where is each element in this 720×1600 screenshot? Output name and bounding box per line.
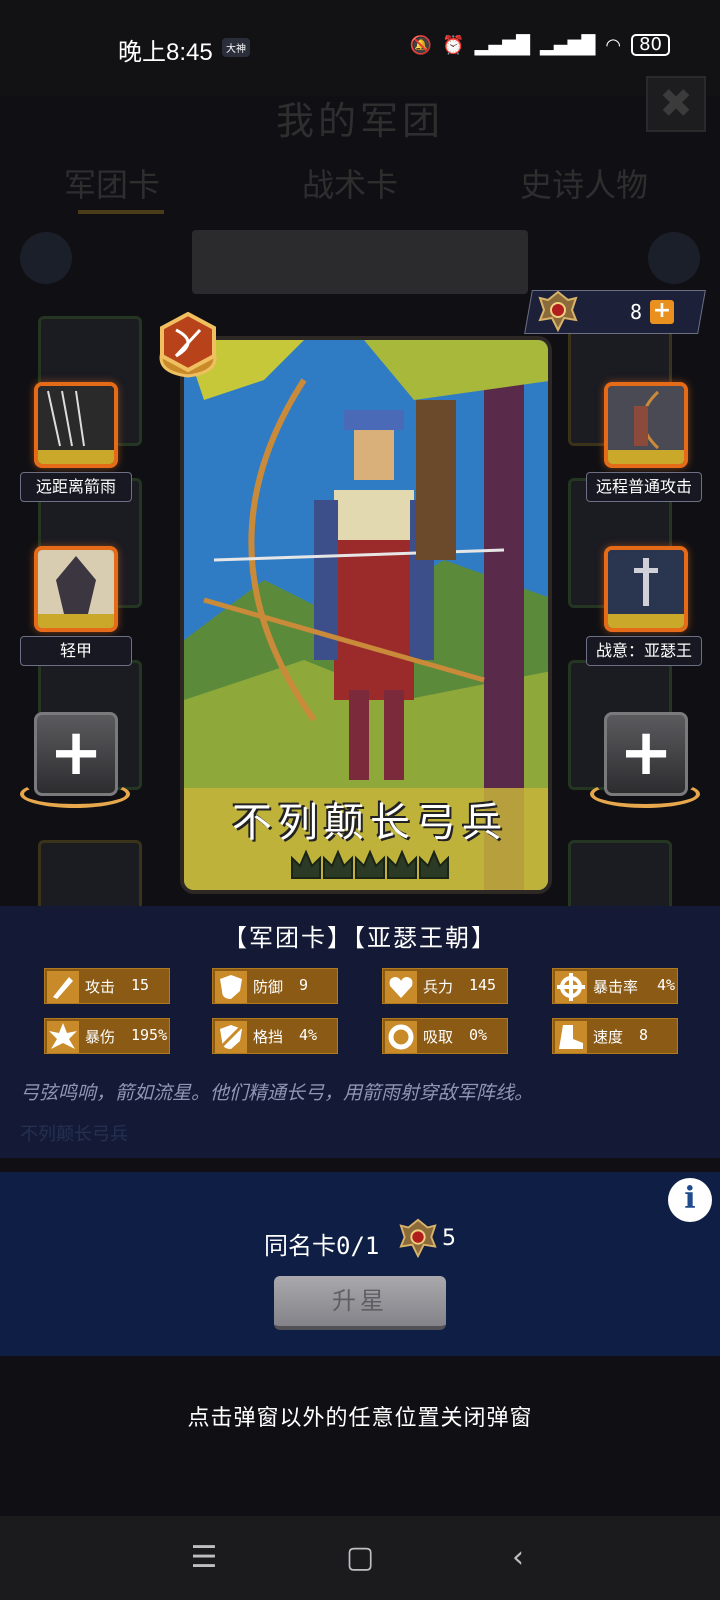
search-field[interactable]	[192, 230, 528, 294]
stat-value: 9	[299, 976, 309, 994]
back-icon[interactable]: ‹	[498, 1538, 538, 1578]
tab-tactic-cards[interactable]: 战术卡	[302, 160, 398, 206]
skill-label: 远程普通攻击	[586, 472, 702, 502]
mute-icon: 🔕	[409, 34, 433, 56]
eagle-emblem-icon	[538, 290, 578, 332]
upgrade-star-button[interactable]: 升星	[274, 1276, 446, 1330]
skill-slot-left-2[interactable]	[34, 546, 118, 632]
stat-defense: 防御 9	[212, 968, 338, 1004]
skill-slot-left-1[interactable]	[34, 382, 118, 468]
tab-epic-characters[interactable]: 史诗人物	[520, 160, 648, 206]
light-armor-icon	[38, 550, 114, 628]
app-badge: 大神	[222, 38, 250, 57]
active-tab-underline	[78, 210, 164, 214]
card-name: 不列颠长弓兵	[232, 800, 508, 846]
stat-value: 195%	[131, 1026, 168, 1044]
drain-icon	[385, 1021, 417, 1053]
filter-icon[interactable]	[648, 232, 700, 284]
stat-name: 格挡	[253, 1028, 284, 1046]
add-skill-button-right[interactable]: +	[604, 712, 688, 796]
stat-name: 兵力	[423, 978, 454, 996]
wifi-icon: ◠	[605, 34, 622, 56]
stat-crit-damage: 暴伤 195%	[44, 1018, 170, 1054]
stat-value: 15	[131, 976, 150, 994]
legion-card: 不列颠长弓兵	[180, 336, 552, 894]
shield-icon	[215, 971, 247, 1003]
stat-value: 0%	[469, 1026, 488, 1044]
add-currency-button[interactable]: +	[650, 300, 674, 324]
arrow-rain-icon	[38, 386, 114, 464]
sword-in-stone-icon	[608, 550, 684, 628]
crosshair-icon	[555, 971, 587, 1003]
stat-crit-rate: 暴击率 4%	[552, 968, 678, 1004]
stat-speed: 速度 8	[552, 1018, 678, 1054]
stat-value: 4%	[657, 976, 676, 994]
stat-value: 8	[639, 1026, 649, 1044]
add-skill-button-left[interactable]: +	[34, 712, 118, 796]
info-icon[interactable]: i	[668, 1178, 712, 1222]
stat-value: 4%	[299, 1026, 318, 1044]
heart-icon	[385, 971, 417, 1003]
archer-class-badge-icon	[159, 312, 217, 378]
close-button[interactable]: ✖	[646, 76, 706, 132]
close-hint-text: 点击弹窗以外的任意位置关闭弹窗	[187, 1406, 533, 1431]
status-time: 晚上8:45	[118, 39, 213, 66]
stat-troops: 兵力 145	[382, 968, 508, 1004]
duplicate-card-count: 同名卡0/1	[264, 1232, 380, 1260]
list-icon[interactable]	[20, 232, 72, 284]
page-title: 我的军团	[275, 99, 444, 143]
stat-name: 暴击率	[593, 978, 639, 996]
block-icon	[215, 1021, 247, 1053]
skill-label: 远距离箭雨	[20, 472, 132, 502]
card-subtitle: 不列颠长弓兵	[20, 1124, 128, 1145]
signal-icon-2: ▂▄▆█	[540, 34, 596, 56]
skill-label: 战意：亚瑟王	[586, 636, 702, 666]
card-description: 弓弦鸣响，箭如流星。他们精通长弓，用箭雨射穿敌军阵线。	[20, 1082, 534, 1104]
stat-value: 145	[469, 976, 497, 994]
stat-block: 格挡 4%	[212, 1018, 338, 1054]
battery-icon: 80	[631, 34, 670, 56]
skill-slot-right-2[interactable]	[604, 546, 688, 632]
status-bar: 晚上8:45 大神 🔕 ⏰ ▂▄▆█ ▂▄▆█ ◠ 80	[0, 0, 720, 96]
boot-icon	[555, 1021, 587, 1053]
card-type-line: 【军团卡】【亚瑟王朝】	[223, 924, 497, 952]
status-icons: 🔕 ⏰ ▂▄▆█ ▂▄▆█ ◠ 80	[410, 34, 670, 56]
tab-legion-cards[interactable]: 军团卡	[64, 160, 160, 206]
stat-name: 暴伤	[85, 1028, 116, 1046]
stat-name: 吸取	[423, 1028, 454, 1046]
stat-name: 攻击	[85, 978, 116, 996]
menu-icon[interactable]: ☰	[184, 1538, 224, 1578]
stat-name: 速度	[593, 1028, 624, 1046]
signal-icon: ▂▄▆█	[474, 34, 530, 56]
emblem-cost: 5	[442, 1226, 456, 1251]
skill-label: 轻甲	[20, 636, 132, 666]
alarm-icon: ⏰	[442, 34, 465, 56]
skill-slot-right-1[interactable]	[604, 382, 688, 468]
stat-name: 防御	[253, 978, 284, 996]
burst-icon	[47, 1021, 79, 1053]
ranged-attack-icon	[608, 386, 684, 464]
sword-icon	[47, 971, 79, 1003]
star-crowns-icon	[291, 849, 449, 879]
eagle-emblem-icon	[399, 1218, 437, 1258]
home-icon[interactable]: ▢	[340, 1538, 380, 1578]
currency-value: 8	[630, 300, 643, 324]
stat-drain: 吸取 0%	[382, 1018, 508, 1054]
stat-attack: 攻击 15	[44, 968, 170, 1004]
